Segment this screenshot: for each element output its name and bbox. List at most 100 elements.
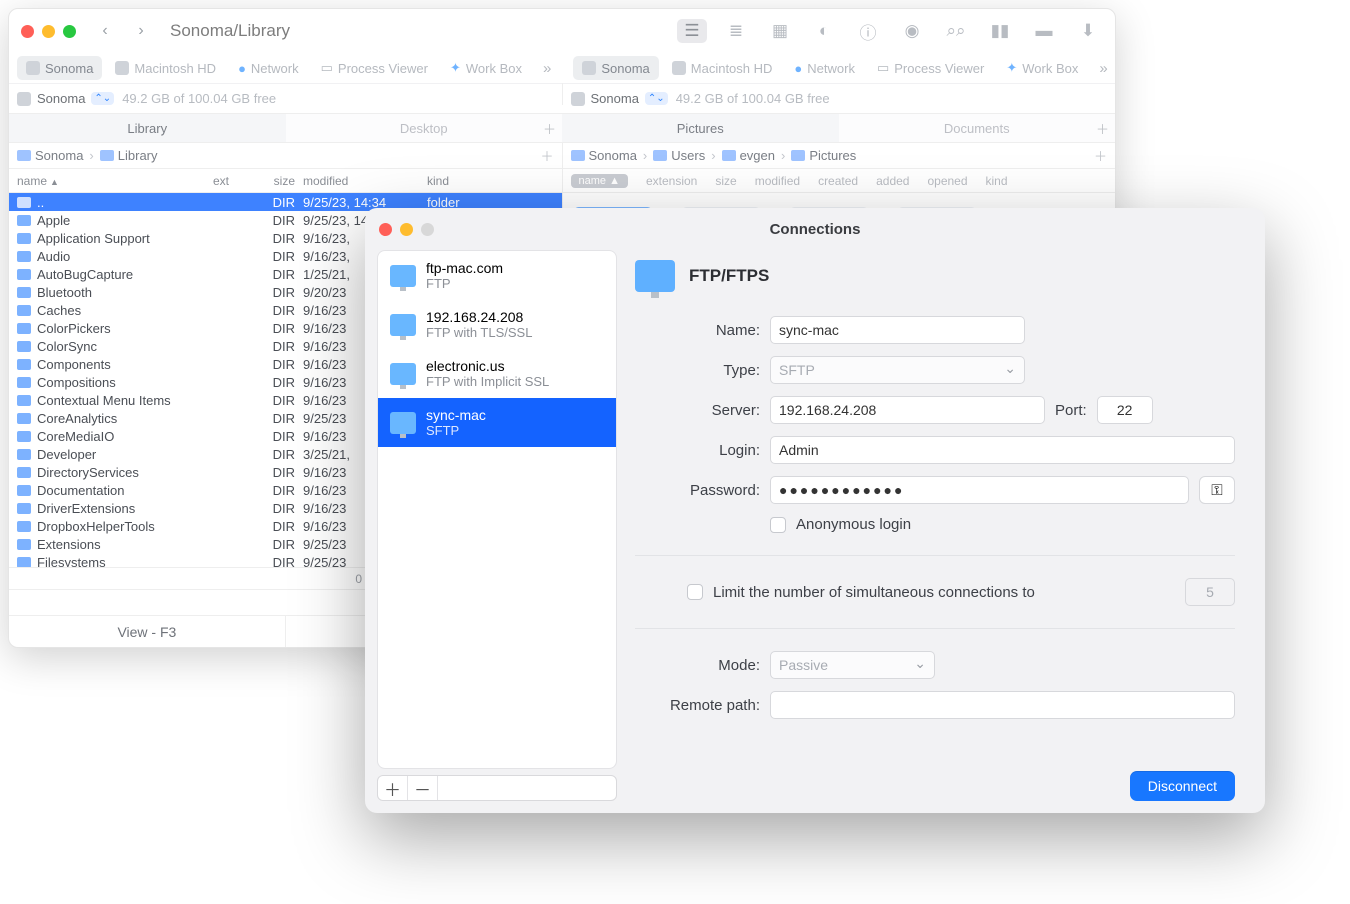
disk-bar-right: Sonoma ⌃⌄ 49.2 GB of 100.04 GB free <box>563 83 1116 113</box>
favorite-process-viewer[interactable]: ▭Process Viewer <box>312 56 437 80</box>
disk-select-left[interactable]: Sonoma ⌃⌄ <box>17 91 114 106</box>
breadcrumb-right: Sonoma› Users› evgen› Pictures ＋ <box>563 143 1116 169</box>
folder-icon <box>17 233 31 244</box>
close-icon[interactable] <box>21 25 34 38</box>
minimize-icon[interactable] <box>400 223 413 236</box>
col-kind[interactable]: kind <box>427 174 497 188</box>
archive-icon[interactable]: ▮▮ <box>985 19 1015 43</box>
connections-window: Connections ftp-mac.comFTP192.168.24.208… <box>365 208 1265 813</box>
folder-icon <box>17 503 31 514</box>
port-field[interactable] <box>1097 396 1153 424</box>
key-icon[interactable]: ⚿ <box>1199 476 1235 504</box>
titlebar: ‹ › Sonoma/Library ☰ ≣ ▦ ◐ ⓘ ◉ ⌕⌕ ▮▮ ▬ ⬇ <box>9 9 1115 53</box>
remove-connection-button[interactable]: － <box>408 776 438 800</box>
server-field[interactable] <box>770 396 1045 424</box>
favorite-work-box[interactable]: ✦Work Box <box>441 56 531 80</box>
favorites-more-icon[interactable]: » <box>537 60 557 77</box>
disk-select-right[interactable]: Sonoma ⌃⌄ <box>571 91 668 106</box>
login-field[interactable] <box>770 436 1235 464</box>
col-name-r[interactable]: name ▲ <box>571 174 628 188</box>
nav-back-button[interactable]: ‹ <box>92 18 118 44</box>
server-icon <box>390 314 416 336</box>
add-tab-icon-r[interactable]: ＋ <box>1096 119 1109 138</box>
favorite-macintosh-hd-r[interactable]: Macintosh HD <box>663 56 782 80</box>
name-field[interactable] <box>770 316 1025 344</box>
tab-desktop[interactable]: Desktop＋ <box>286 113 563 143</box>
col-ext[interactable]: ext <box>213 174 253 188</box>
disconnect-button[interactable]: Disconnect <box>1130 771 1235 801</box>
crumb-library[interactable]: Library <box>100 148 158 163</box>
info-icon[interactable]: ⓘ <box>853 19 883 43</box>
monitor-icon[interactable]: ▬ <box>1029 19 1059 43</box>
anonymous-checkbox[interactable] <box>770 517 786 533</box>
password-field[interactable] <box>770 476 1189 504</box>
connections-title: Connections <box>365 221 1265 238</box>
disk-bar-left: Sonoma ⌃⌄ 49.2 GB of 100.04 GB free <box>9 83 562 113</box>
connection-item[interactable]: electronic.usFTP with Implicit SSL <box>378 349 616 398</box>
col-modified[interactable]: modified <box>303 174 427 188</box>
breadcrumb-add-icon-r[interactable]: ＋ <box>1094 146 1107 165</box>
disk-free-left: 49.2 GB of 100.04 GB free <box>122 91 276 106</box>
folder-icon <box>17 431 31 442</box>
favorites-bar-right: Sonoma Macintosh HD ●Network ▭Process Vi… <box>565 53 1116 83</box>
favorite-sonoma[interactable]: Sonoma <box>17 56 102 80</box>
view-columns-icon[interactable]: ≣ <box>721 19 751 43</box>
disk-free-right: 49.2 GB of 100.04 GB free <box>676 91 830 106</box>
folder-icon <box>17 341 31 352</box>
connection-item[interactable]: sync-macSFTP <box>378 398 616 447</box>
favorite-process-viewer-r[interactable]: ▭Process Viewer <box>868 56 993 80</box>
close-icon[interactable] <box>379 223 392 236</box>
toggle-icon[interactable]: ◐ <box>809 19 839 43</box>
zoom-icon[interactable] <box>63 25 76 38</box>
add-connection-button[interactable]: ＋ <box>378 776 408 800</box>
tab-documents[interactable]: Documents＋ <box>839 113 1116 143</box>
favorite-network-r[interactable]: ●Network <box>785 56 864 80</box>
remote-path-field[interactable] <box>770 691 1235 719</box>
download-icon[interactable]: ⬇ <box>1073 19 1103 43</box>
crumb-sonoma[interactable]: Sonoma <box>17 148 83 163</box>
connection-proto-header: FTP/FTPS <box>689 266 769 286</box>
favorites-more-icon-r[interactable]: » <box>1093 60 1113 77</box>
folder-icon <box>17 395 31 406</box>
window-title: Sonoma/Library <box>170 21 290 41</box>
connections-titlebar: Connections <box>365 208 1265 250</box>
breadcrumb-add-icon[interactable]: ＋ <box>540 146 553 165</box>
binoculars-icon[interactable]: ⌕⌕ <box>941 19 971 43</box>
limit-checkbox[interactable] <box>687 584 703 600</box>
favorite-macintosh-hd[interactable]: Macintosh HD <box>106 56 225 80</box>
favorite-network[interactable]: ●Network <box>229 56 308 80</box>
server-icon <box>390 412 416 434</box>
preview-icon[interactable]: ◉ <box>897 19 927 43</box>
folder-icon <box>17 215 31 226</box>
breadcrumb-left: Sonoma › Library ＋ <box>9 143 562 169</box>
folder-icon <box>17 449 31 460</box>
fn-view-button[interactable]: View - F3 <box>9 616 286 647</box>
server-icon <box>390 363 416 385</box>
server-icon <box>635 260 675 292</box>
mode-select[interactable]: Passive <box>770 651 935 679</box>
folder-icon <box>17 323 31 334</box>
favorite-work-box-r[interactable]: ✦Work Box <box>997 56 1087 80</box>
tab-pictures[interactable]: Pictures <box>562 113 839 143</box>
zoom-icon <box>421 223 434 236</box>
limit-field[interactable] <box>1185 578 1235 606</box>
favorite-sonoma-r[interactable]: Sonoma <box>573 56 658 80</box>
col-size[interactable]: size <box>253 174 303 188</box>
columns-right: name ▲ extension size modified created a… <box>563 169 1116 193</box>
type-select[interactable]: SFTP <box>770 356 1025 384</box>
connection-item[interactable]: 192.168.24.208FTP with TLS/SSL <box>378 300 616 349</box>
tab-library[interactable]: Library <box>9 113 286 143</box>
col-name[interactable]: name▲ <box>17 174 213 188</box>
nav-forward-button[interactable]: › <box>128 18 154 44</box>
folder-icon <box>17 377 31 388</box>
add-tab-icon[interactable]: ＋ <box>543 119 556 138</box>
connection-list[interactable]: ftp-mac.comFTP192.168.24.208FTP with TLS… <box>377 250 617 769</box>
minimize-icon[interactable] <box>42 25 55 38</box>
folder-icon <box>17 269 31 280</box>
folder-icon <box>17 539 31 550</box>
folder-icon <box>17 485 31 496</box>
connection-item[interactable]: ftp-mac.comFTP <box>378 251 616 300</box>
folder-icon <box>17 467 31 478</box>
view-grid-icon[interactable]: ▦ <box>765 19 795 43</box>
view-list-icon[interactable]: ☰ <box>677 19 707 43</box>
